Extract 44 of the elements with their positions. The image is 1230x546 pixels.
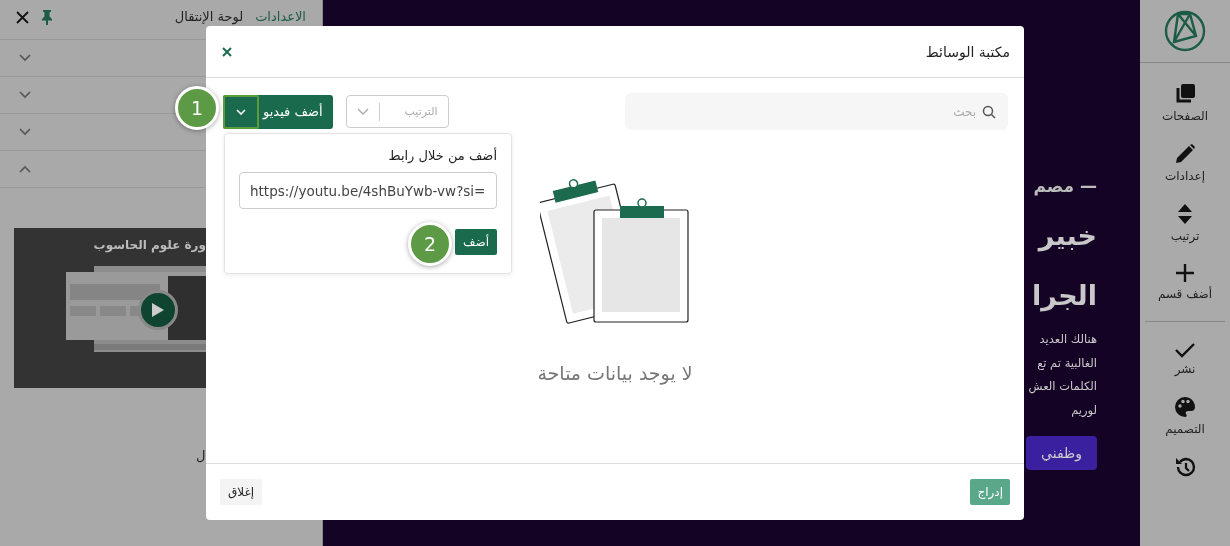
logo-icon[interactable] — [1164, 10, 1206, 52]
sidebar-label[interactable]: أضف قسم — [1157, 287, 1213, 301]
sort-icon[interactable] — [1177, 203, 1193, 225]
pin-icon[interactable] — [41, 9, 53, 25]
url-field[interactable]: https://youtu.be/4shBuYwb-vw?si= — [239, 172, 497, 209]
close-icon[interactable] — [16, 10, 29, 24]
hire-button[interactable]: وظفني — [1026, 436, 1097, 470]
video-title: ورة علوم الحاسوب — [93, 238, 206, 252]
eyebrow-text: — مصم — [1033, 176, 1097, 196]
pencil-icon[interactable] — [1174, 143, 1196, 165]
sidebar-label[interactable]: ترتيب — [1170, 229, 1200, 243]
play-icon — [151, 302, 165, 318]
sidebar-label[interactable]: نشر — [1174, 362, 1196, 376]
close-button[interactable]: إغلاق — [220, 479, 263, 505]
chevron-down-icon[interactable] — [19, 54, 31, 62]
chevron-up-icon[interactable] — [19, 165, 31, 173]
chevron-down-icon[interactable] — [19, 128, 31, 136]
paragraph-line: لوريم — [1071, 401, 1097, 419]
chevron-down-icon — [356, 107, 369, 116]
pages-icon[interactable] — [1174, 83, 1196, 105]
field-label: أضف من خلال رابط — [388, 148, 497, 163]
dropdown-toggle[interactable] — [223, 94, 259, 129]
chevron-down-icon — [236, 108, 246, 115]
check-icon[interactable] — [1175, 342, 1195, 358]
heading-text: خبير — [1038, 219, 1097, 254]
heading-text: الجرا — [1032, 279, 1097, 314]
plus-icon[interactable] — [1175, 263, 1195, 283]
add-button[interactable]: أضف — [455, 229, 497, 255]
close-icon[interactable] — [222, 46, 232, 57]
search-icon — [982, 105, 996, 119]
caption-text: ل — [196, 448, 206, 463]
empty-state-text: لا يوجد بيانات متاحة — [537, 362, 693, 384]
paragraph-line: الغالبية تم تع — [1037, 354, 1097, 372]
palette-icon[interactable] — [1174, 396, 1196, 418]
sidebar-label[interactable]: الصفحات — [1161, 109, 1209, 123]
history-icon[interactable] — [1174, 456, 1196, 478]
dialog-title: مكتبة الوسائط — [925, 43, 1010, 60]
panel-tab[interactable]: لوحة الإنتقال — [174, 10, 244, 24]
chevron-down-icon[interactable] — [19, 91, 31, 99]
paragraph-line: هنالك العديد — [1039, 331, 1097, 348]
paragraph-line: الكلمات العش — [1028, 378, 1097, 396]
sidebar-label[interactable]: إعدادات — [1164, 169, 1206, 183]
search-field[interactable]: بحث — [625, 93, 1008, 130]
sidebar-label[interactable]: التصميم — [1165, 422, 1205, 436]
